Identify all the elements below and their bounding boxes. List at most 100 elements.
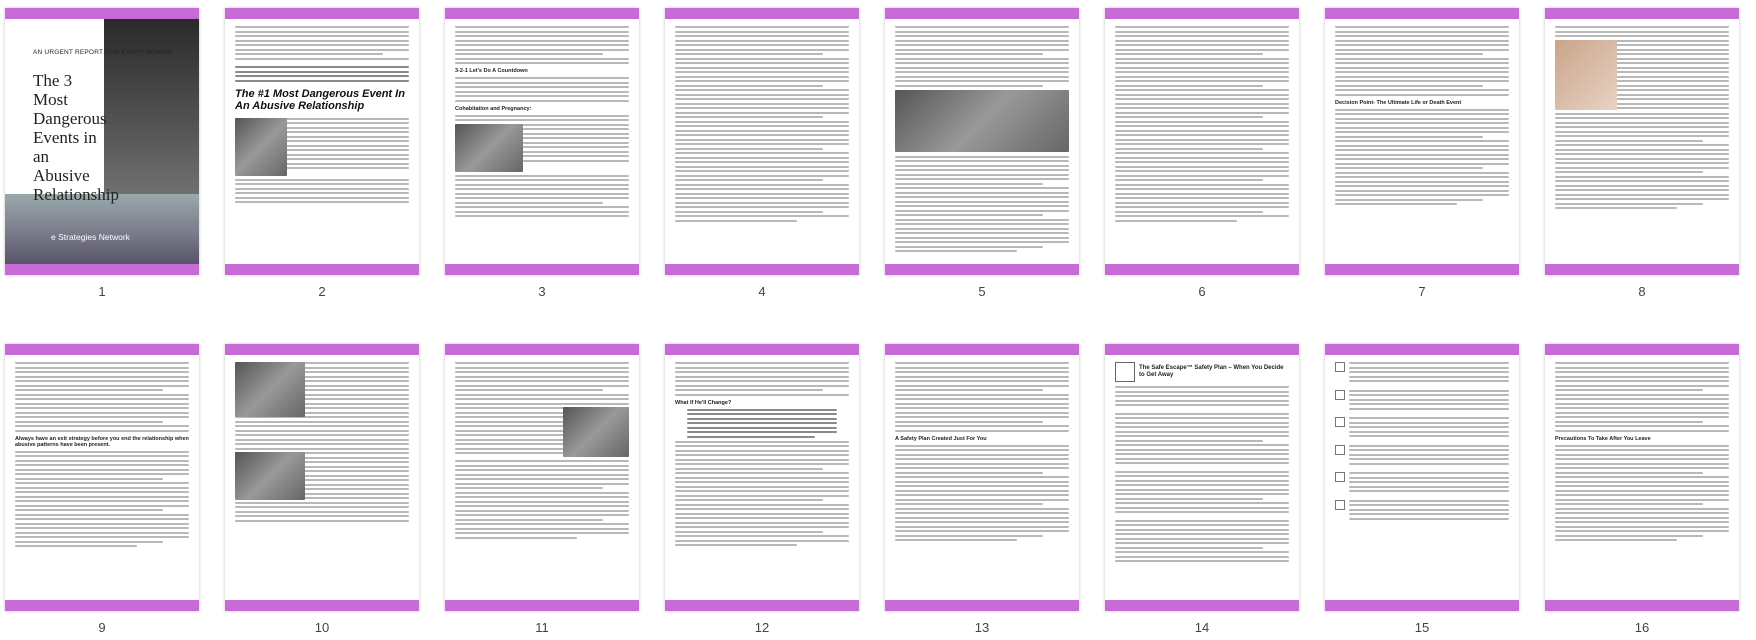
page-thumbnail-5[interactable]: 5 <box>885 8 1079 299</box>
page-preview[interactable]: What If He'll Change? <box>665 344 859 611</box>
text-line <box>895 182 1043 185</box>
text-line <box>895 75 1069 78</box>
text-line <box>235 79 409 82</box>
text-line <box>1349 517 1509 520</box>
page-thumbnail-10[interactable]: 10 <box>225 344 419 635</box>
page-preview[interactable] <box>445 344 639 611</box>
page-preview[interactable]: AN URGENT REPORT FOR EVERY WOMAN The 3 Mo… <box>5 8 199 275</box>
text-line <box>15 464 189 467</box>
page-thumbnail-2[interactable]: The #1 Most Dangerous Event In An Abusiv… <box>225 8 419 299</box>
page-thumbnail-9[interactable]: Always have an exit strategy before you … <box>5 344 199 635</box>
text-line <box>895 453 1069 456</box>
text-line <box>1349 490 1509 492</box>
text-line <box>895 498 1069 501</box>
text-line <box>1115 147 1263 150</box>
page-preview[interactable]: A Safety Plan Created Just For You <box>885 344 1079 611</box>
text-line <box>455 527 629 530</box>
page-number: 10 <box>314 620 330 635</box>
page-header-bar <box>1105 8 1299 19</box>
text-line <box>1115 210 1263 213</box>
text-line <box>1335 144 1509 147</box>
text-line <box>895 30 1069 33</box>
page-header-bar <box>665 8 859 19</box>
page-preview[interactable] <box>1325 344 1519 611</box>
text-line <box>895 173 1069 176</box>
text-line <box>1349 421 1509 424</box>
page-thumbnail-1[interactable]: AN URGENT REPORT FOR EVERY WOMAN The 3 Mo… <box>5 8 199 299</box>
page-thumbnail-11[interactable]: 11 <box>445 344 639 635</box>
text-line <box>675 454 849 457</box>
text-line <box>675 476 849 479</box>
text-line <box>455 362 629 364</box>
page-preview[interactable]: The Safe Escape™ Safety Plan – When You … <box>1105 344 1299 611</box>
text-line <box>895 462 1069 465</box>
text-line <box>235 443 409 445</box>
text-line <box>1115 183 1289 186</box>
text-line <box>675 215 849 217</box>
text-line <box>15 522 189 525</box>
page-preview[interactable] <box>225 344 419 611</box>
text-line <box>1335 171 1509 174</box>
text-line <box>1555 148 1729 151</box>
page-preview[interactable]: 3-2-1 Let's Do A Countdown Cohabitation a… <box>445 8 639 275</box>
text-line <box>235 501 409 504</box>
text-line <box>675 62 849 64</box>
text-line <box>1555 35 1729 37</box>
text-line <box>895 485 1069 488</box>
text-line <box>1115 66 1289 69</box>
page-thumbnail-8[interactable]: 8 <box>1545 8 1739 299</box>
text-line <box>235 48 409 51</box>
text-line <box>675 44 849 46</box>
text-line <box>455 380 629 382</box>
page-preview[interactable] <box>665 8 859 275</box>
text-line <box>895 525 1069 528</box>
text-line <box>1115 143 1289 145</box>
page-preview[interactable]: Precautions To Take After You Leave <box>1545 344 1739 611</box>
text-line <box>235 420 409 423</box>
text-line <box>1115 542 1289 544</box>
text-line <box>675 490 849 493</box>
page-thumbnail-3[interactable]: 3-2-1 Let's Do A Countdown Cohabitation a… <box>445 8 639 299</box>
page-preview[interactable] <box>885 8 1079 275</box>
text-line <box>1555 112 1729 115</box>
page-thumbnail-7[interactable]: Decision Point- The Ultimate Life or Dea… <box>1325 8 1519 299</box>
page-thumbnail-12[interactable]: What If He'll Change? 12 <box>665 344 859 635</box>
text-line <box>1115 156 1289 159</box>
page-thumbnail-6[interactable]: 6 <box>1105 8 1299 299</box>
page-preview[interactable] <box>1105 8 1299 275</box>
text-line <box>455 114 629 117</box>
text-line <box>1555 126 1729 128</box>
text-line <box>675 156 849 159</box>
text-line <box>455 384 629 387</box>
page-thumbnail-4[interactable]: 4 <box>665 8 859 299</box>
text-line <box>1115 502 1289 504</box>
text-line <box>455 215 629 218</box>
text-line <box>1555 507 1729 510</box>
page-preview[interactable]: Decision Point- The Ultimate Life or Dea… <box>1325 8 1519 275</box>
page-preview[interactable]: Always have an exit strategy before you … <box>5 344 199 611</box>
page-thumbnail-13[interactable]: A Safety Plan Created Just For You 13 <box>885 344 1079 635</box>
section-heading: What If He'll Change? <box>675 399 732 406</box>
text-line <box>455 30 629 33</box>
page-thumbnail-15[interactable]: 15 <box>1325 344 1519 635</box>
text-line <box>235 192 409 195</box>
page-thumbnail-16[interactable]: Precautions To Take After You Leave 16 <box>1545 344 1739 635</box>
text-line <box>895 205 1069 207</box>
text-line <box>1115 39 1289 42</box>
cover-title: The 3 Most Dangerous Events in an Abusiv… <box>33 71 119 205</box>
text-line <box>1555 444 1729 447</box>
page-preview[interactable]: The #1 Most Dangerous Event In An Abusiv… <box>225 8 419 275</box>
text-line <box>895 371 1069 373</box>
text-line <box>1555 411 1729 414</box>
page-thumbnail-14[interactable]: The Safe Escape™ Safety Plan – When You … <box>1105 344 1299 635</box>
text-line <box>1115 57 1289 60</box>
text-line <box>15 509 163 512</box>
text-line <box>1555 530 1729 533</box>
page-preview[interactable] <box>1545 8 1739 275</box>
text-line <box>15 500 189 503</box>
page-header-bar <box>1545 344 1739 355</box>
page-footer-bar <box>1325 264 1519 275</box>
text-line <box>1115 488 1289 491</box>
text-line <box>1555 525 1729 528</box>
text-line <box>1115 84 1263 87</box>
